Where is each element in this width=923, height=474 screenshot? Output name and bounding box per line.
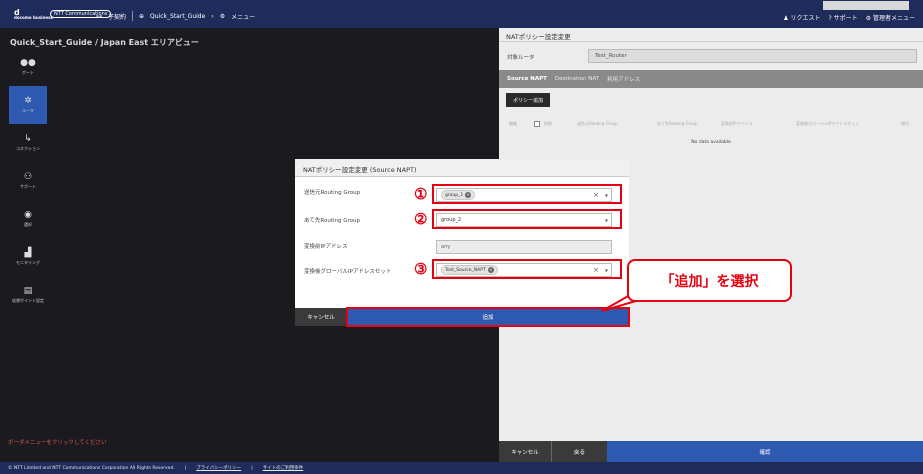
back-button[interactable]: 戻る <box>552 441 607 462</box>
globe-icon: ⊕ <box>139 12 145 20</box>
nat-tabs: Source NAPT Destination NAT 利用アドレス <box>499 70 923 88</box>
sidebar-item-connection[interactable]: ↳ コネクション <box>9 124 47 162</box>
divider <box>132 11 134 21</box>
page-footer: © NTT Limited and NTT Communications Cor… <box>0 462 923 474</box>
panel-title: NATポリシー設定変更 <box>506 33 571 41</box>
support-icon: ⚇ <box>23 172 33 182</box>
highlight-global-ip-set <box>432 259 622 279</box>
sidebar: ●● ポート ✲ ルータ ↳ コネクション ⚇ サポート ◉ 選択 ▟ モニタリング ▤ 仮想… <box>9 48 47 314</box>
sidebar-item-port[interactable]: ●● ポート <box>9 48 47 86</box>
tab-destination-nat[interactable]: Destination NAT <box>555 76 599 82</box>
virtual-point-icon: ▤ <box>23 286 33 296</box>
copyright-text: © NTT Limited and NTT Communications Cor… <box>8 465 175 471</box>
header-right-menu: ♟ リクエスト ? サポート ⚙ 管理者メニュー <box>783 13 915 22</box>
divider <box>499 41 923 42</box>
column-source-rg: 送信元Routing Group <box>577 121 618 126</box>
nav-contract[interactable]: 子契約 <box>108 12 126 21</box>
before-ip-label: 変換前IPアドレス <box>304 244 348 250</box>
border-menu-hint: ボーダメニューをクリックしてください <box>8 440 107 446</box>
annotation-number-2: ② <box>414 210 428 228</box>
terms-of-use-link[interactable]: サイトのご利用条件 <box>263 465 304 471</box>
docomo-business-logo[interactable]: d docomo business <box>14 8 53 20</box>
sidebar-item-monitoring[interactable]: ▟ モニタリング <box>9 238 47 276</box>
breadcrumb: ⊶ 子契約 ⊕ Quick_Start_Guide › ⚙ メニュー <box>96 11 255 21</box>
annotation-number-3: ③ <box>414 260 428 278</box>
tab-used-address[interactable]: 利用アドレス <box>607 75 640 83</box>
highlight-add-button <box>346 307 630 327</box>
column-before-ip: 変換前IPアドレス <box>721 121 753 126</box>
settings-icon: ⚙ <box>865 15 872 22</box>
support-link[interactable]: ? サポート <box>829 13 858 22</box>
before-ip-field: any <box>436 240 612 254</box>
sidebar-item-select[interactable]: ◉ 選択 <box>9 200 47 238</box>
admin-menu-link[interactable]: ⚙ 管理者メニュー <box>866 13 915 22</box>
modal-title: NATポリシー設定変更 (Source NAPT) <box>295 159 629 177</box>
sidebar-item-router[interactable]: ✲ ルータ <box>9 86 47 124</box>
sidebar-item-support[interactable]: ⚇ サポート <box>9 162 47 200</box>
nav-tenant[interactable]: Quick_Start_Guide <box>150 13 205 20</box>
select-all-checkbox[interactable] <box>534 121 540 127</box>
router-icon: ✲ <box>24 96 32 106</box>
destination-rg-label: あて先Routing Group <box>304 218 360 224</box>
confirm-button[interactable]: 確認 <box>607 441 923 462</box>
annotation-number-1: ① <box>414 185 428 203</box>
column-delete: 削除 <box>544 121 552 126</box>
policy-table-header: 編集 削除 送信元Routing Group あて先Routing Group … <box>499 119 923 129</box>
monitoring-icon: ▟ <box>24 248 32 258</box>
divider: | <box>251 465 253 471</box>
privacy-policy-link[interactable]: プライバシーポリシー <box>196 465 241 471</box>
divider: | <box>184 465 187 471</box>
column-action: 操作 <box>901 121 909 126</box>
column-edit: 編集 <box>509 121 517 126</box>
request-link[interactable]: ♟ リクエスト <box>783 13 820 22</box>
panel-footer-buttons: キャンセル 戻る 確認 <box>499 441 923 462</box>
chevron-right-icon: › <box>211 12 214 20</box>
port-icon: ●● <box>20 58 36 68</box>
column-global-ip-set: 変換後グローバルIPアドレスセット <box>796 121 860 126</box>
add-policy-button[interactable]: ポリシー追加 <box>506 93 550 107</box>
target-router-field: Test_Router <box>588 49 917 63</box>
sidebar-item-virtual-point[interactable]: ▤ 仮想ポイント設定 <box>9 276 47 314</box>
modal-cancel-button[interactable]: キャンセル <box>295 308 347 326</box>
top-header: d docomo business NTT Communications ⊶ 子契… <box>0 0 923 28</box>
highlight-destination-rg <box>432 209 622 229</box>
global-ip-set-label: 変換後グローバルIPアドレスセット <box>304 269 392 275</box>
instruction-callout: 「追加」を選択 <box>627 259 792 302</box>
account-area[interactable] <box>823 1 909 10</box>
user-icon: ♟ <box>783 15 789 22</box>
panel-cancel-button[interactable]: キャンセル <box>499 441 552 462</box>
nav-menu[interactable]: メニュー <box>231 12 255 21</box>
page-title: Quick_Start_Guide / Japan East エリアビュー <box>10 38 199 47</box>
empty-table-message: No data available <box>691 140 731 145</box>
tab-source-napt[interactable]: Source NAPT <box>507 76 547 82</box>
gear-icon: ⚙ <box>219 12 226 20</box>
help-icon: ? <box>828 15 832 22</box>
connection-icon: ↳ <box>24 134 32 144</box>
target-router-label: 対象ルータ <box>507 55 535 61</box>
highlight-source-rg <box>432 184 622 204</box>
source-rg-label: 送信元Routing Group <box>304 190 361 196</box>
network-icon: ⊶ <box>96 12 102 20</box>
select-icon: ◉ <box>24 210 32 220</box>
column-destination-rg: あて先Routing Group <box>657 121 698 126</box>
